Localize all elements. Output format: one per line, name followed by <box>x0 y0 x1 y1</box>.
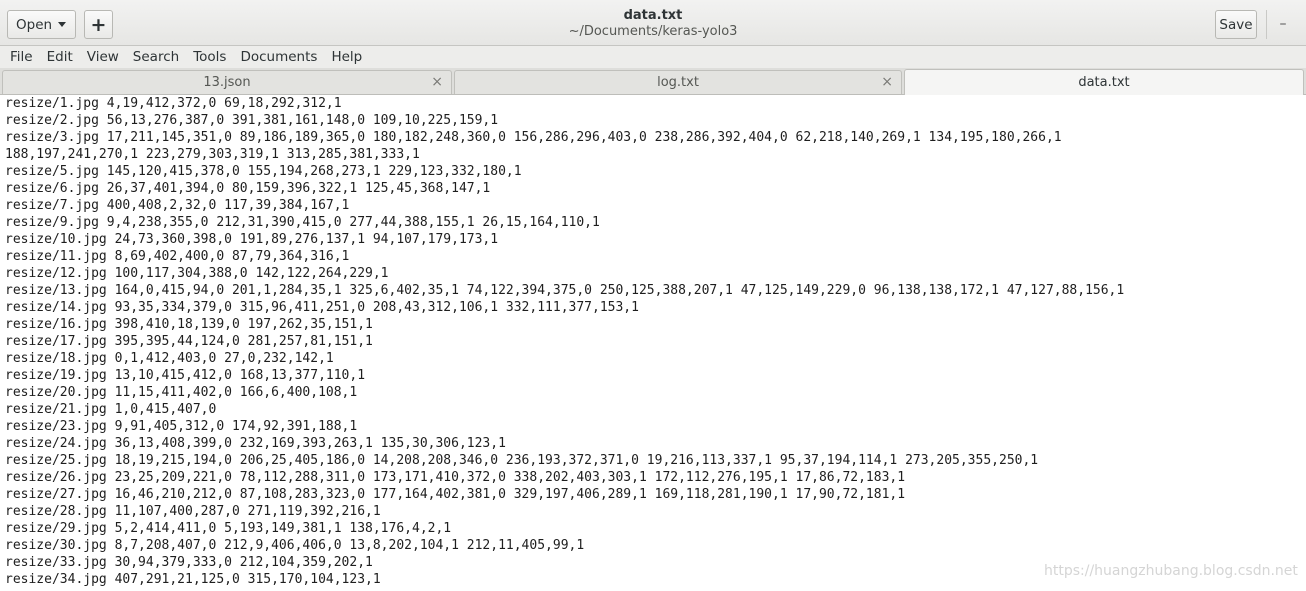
text-line[interactable]: resize/2.jpg 56,13,276,387,0 391,381,161… <box>5 112 498 129</box>
text-line[interactable]: resize/24.jpg 36,13,408,399,0 232,169,39… <box>5 435 506 452</box>
minimize-button[interactable]: – <box>1273 12 1293 36</box>
text-line[interactable]: resize/3.jpg 17,211,145,351,0 89,186,189… <box>5 129 1062 146</box>
text-line[interactable]: resize/14.jpg 93,35,334,379,0 315,96,411… <box>5 299 639 316</box>
text-line[interactable]: resize/19.jpg 13,10,415,412,0 168,13,377… <box>5 367 365 384</box>
text-line[interactable]: resize/23.jpg 9,91,405,312,0 174,92,391,… <box>5 418 357 435</box>
tab-label: log.txt <box>657 75 699 90</box>
text-line[interactable]: resize/18.jpg 0,1,412,403,0 27,0,232,142… <box>5 350 334 367</box>
text-line[interactable]: resize/17.jpg 395,395,44,124,0 281,257,8… <box>5 333 373 350</box>
header-separator <box>1266 10 1267 39</box>
text-line[interactable]: resize/13.jpg 164,0,415,94,0 201,1,284,3… <box>5 282 1124 299</box>
text-line[interactable]: resize/9.jpg 9,4,238,355,0 212,31,390,41… <box>5 214 600 231</box>
text-line[interactable]: resize/12.jpg 100,117,304,388,0 142,122,… <box>5 265 389 282</box>
text-line[interactable]: resize/30.jpg 8,7,208,407,0 212,9,406,40… <box>5 537 584 554</box>
text-line[interactable]: resize/28.jpg 11,107,400,287,0 271,119,3… <box>5 503 381 520</box>
text-line[interactable]: resize/27.jpg 16,46,210,212,0 87,108,283… <box>5 486 905 503</box>
tab-13-json[interactable]: 13.json × <box>2 70 452 94</box>
text-line[interactable]: resize/11.jpg 8,69,402,400,0 87,79,364,3… <box>5 248 349 265</box>
tab-log-txt[interactable]: log.txt × <box>454 70 902 94</box>
menu-documents[interactable]: Documents <box>233 49 324 65</box>
text-line[interactable]: resize/10.jpg 24,73,360,398,0 191,89,276… <box>5 231 498 248</box>
text-line[interactable]: resize/25.jpg 18,19,215,194,0 206,25,405… <box>5 452 1038 469</box>
text-line[interactable]: resize/6.jpg 26,37,401,394,0 80,159,396,… <box>5 180 490 197</box>
menu-tools[interactable]: Tools <box>186 49 233 65</box>
text-line[interactable]: resize/16.jpg 398,410,18,139,0 197,262,3… <box>5 316 373 333</box>
tab-label: data.txt <box>1078 75 1130 90</box>
menu-search[interactable]: Search <box>126 49 186 65</box>
menu-bar: File Edit View Search Tools Documents He… <box>0 46 1306 68</box>
text-line[interactable]: resize/21.jpg 1,0,415,407,0 <box>5 401 216 418</box>
menu-edit[interactable]: Edit <box>40 49 80 65</box>
window-title: data.txt <box>623 8 683 23</box>
text-line[interactable]: resize/1.jpg 4,19,412,372,0 69,18,292,31… <box>5 95 342 112</box>
close-icon[interactable]: × <box>881 74 893 90</box>
save-button[interactable]: Save <box>1215 10 1257 39</box>
text-line[interactable]: resize/26.jpg 23,25,209,221,0 78,112,288… <box>5 469 905 486</box>
header-bar: Open + data.txt ~/Documents/keras-yolo3 … <box>0 0 1306 46</box>
text-line[interactable]: 188,197,241,270,1 223,279,303,319,1 313,… <box>5 146 420 163</box>
tab-data-txt[interactable]: data.txt <box>904 69 1304 95</box>
menu-help[interactable]: Help <box>324 49 369 65</box>
menu-file[interactable]: File <box>3 49 40 65</box>
tab-label: 13.json <box>203 75 251 90</box>
text-line[interactable]: resize/29.jpg 5,2,414,411,0 5,193,149,38… <box>5 520 451 537</box>
text-line[interactable]: resize/34.jpg 407,291,21,125,0 315,170,1… <box>5 571 381 588</box>
menu-view[interactable]: View <box>80 49 126 65</box>
text-line[interactable]: resize/7.jpg 400,408,2,32,0 117,39,384,1… <box>5 197 349 214</box>
text-line[interactable]: resize/20.jpg 11,15,411,402,0 166,6,400,… <box>5 384 357 401</box>
window-subtitle: ~/Documents/keras-yolo3 <box>568 24 738 39</box>
tab-bar: 13.json × log.txt × data.txt <box>0 68 1306 95</box>
watermark: https://huangzhubang.blog.csdn.net <box>1044 563 1298 579</box>
text-line[interactable]: resize/33.jpg 30,94,379,333,0 212,104,35… <box>5 554 373 571</box>
close-icon[interactable]: × <box>431 74 443 90</box>
text-view[interactable]: resize/1.jpg 4,19,412,372,0 69,18,292,31… <box>0 95 1306 591</box>
text-line[interactable]: resize/5.jpg 145,120,415,378,0 155,194,2… <box>5 163 522 180</box>
